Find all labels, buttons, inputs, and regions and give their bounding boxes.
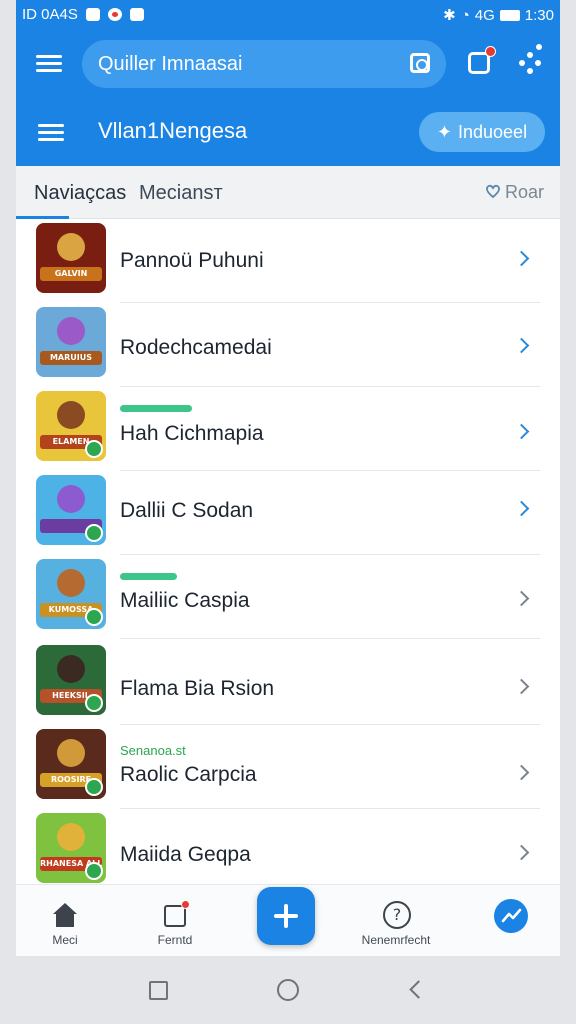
notification-badge [485, 46, 496, 57]
list-item-label: Hah Cichmapia [120, 422, 264, 445]
add-button[interactable] [257, 887, 315, 945]
status-bar: ID 0A4S ✱ ◔ 4G 1:30 [16, 0, 560, 30]
nav-stats[interactable] [486, 885, 536, 956]
recents-button[interactable] [149, 981, 168, 1000]
download-badge-icon [85, 778, 103, 796]
list-item-label: Flama Bia Rsion [120, 677, 275, 700]
list-item-label: Pannoü Puhuni [120, 249, 264, 272]
chevron-right-icon[interactable] [513, 337, 530, 354]
download-badge-icon [85, 440, 103, 458]
nav-calendar-label: Ferntd [157, 933, 193, 947]
game-thumbnail: HEEKSIL [36, 645, 106, 715]
plus-icon-vertical [284, 904, 288, 928]
list-item-label: Raolic Carpcia [120, 763, 257, 786]
list-item-label: Rodechcamedai [120, 336, 272, 359]
row-divider [120, 638, 540, 639]
top-app-bar [16, 30, 560, 100]
nav-help[interactable]: ? Nenemrfecht [356, 885, 436, 956]
chevron-right-icon[interactable] [513, 844, 530, 861]
induoeel-button[interactable]: ✦ Induoeel [419, 112, 545, 152]
home-icon [52, 903, 78, 927]
nav-help-label: Nenemrfecht [361, 933, 431, 947]
bluetooth-icon: ✱ [443, 7, 456, 24]
heart-icon[interactable] [485, 183, 501, 199]
search-bar[interactable] [82, 40, 446, 88]
list-item[interactable]: GALVIN Pannoü Puhuni [16, 219, 560, 303]
list-item-subtitle: Senanoa.st [120, 743, 186, 758]
status-carrier: ID 0A4S [22, 6, 78, 23]
induoeel-label: Induoeel [458, 121, 528, 142]
tab-meciansт[interactable]: Meciansт [139, 182, 223, 205]
inbox-icon[interactable] [468, 46, 496, 74]
download-badge-icon [85, 524, 103, 542]
download-badge-icon [85, 694, 103, 712]
page-title: Vllan1Nengesa [98, 118, 248, 143]
section-menu-icon[interactable] [38, 124, 64, 142]
game-thumbnail [36, 475, 106, 545]
status-right: ✱ ◔ 4G 1:30 [443, 6, 554, 25]
list-item-label: Maiida Geqpa [120, 843, 251, 866]
list-item[interactable]: HEEKSIL Flama Bia Rsion [16, 641, 560, 725]
progress-bar [120, 573, 177, 580]
nav-home-label: Meci [52, 933, 78, 947]
game-thumbnail: ELAMEN [36, 391, 106, 461]
nav-home[interactable]: Meci [40, 885, 90, 956]
chevron-right-icon[interactable] [513, 423, 530, 440]
help-icon: ? [383, 901, 411, 929]
game-thumbnail: KUMOSSA [36, 559, 106, 629]
status-time: 1:30 [524, 6, 554, 24]
apps-badge [536, 44, 542, 50]
list-item[interactable]: MARUIUS Rodechcamedai [16, 303, 560, 387]
list-item[interactable]: KUMOSSA Mailiic Caspia [16, 555, 560, 639]
chevron-right-icon[interactable] [513, 590, 530, 607]
list-item[interactable]: Dallii C Sodan [16, 471, 560, 555]
list-item-label: Mailiic Caspia [120, 589, 250, 612]
thumbnail-logo-text: GALVIN [40, 267, 102, 281]
tab-naviacas[interactable]: Naviaçcas [34, 182, 126, 205]
bottom-navigation: Meci Ferntd ? Nenemrfecht [16, 884, 560, 956]
camera-icon[interactable] [410, 53, 430, 73]
calendar-icon [164, 900, 190, 927]
chevron-right-icon[interactable] [513, 250, 530, 267]
download-badge-icon [85, 608, 103, 626]
status-left: ID 0A4S [22, 6, 144, 23]
chevron-right-icon[interactable] [513, 500, 530, 517]
game-thumbnail: ROOSIRE [36, 729, 106, 799]
calendar-badge [181, 900, 190, 909]
apps-icon[interactable] [519, 44, 542, 74]
game-thumbnail: MARUIUS [36, 307, 106, 377]
home-button[interactable] [277, 979, 299, 1001]
list-item[interactable]: RHANESA ALLANST Maiida Geqpa [16, 809, 560, 893]
list-item-label: Dallii C Sodan [120, 499, 254, 522]
back-button[interactable] [409, 980, 428, 999]
battery-icon [499, 9, 520, 21]
trend-icon [494, 899, 528, 933]
download-badge-icon [85, 862, 103, 880]
signal-text: 4G [474, 6, 495, 24]
system-navigation [0, 956, 576, 1024]
menu-icon[interactable] [36, 55, 62, 73]
nav-calendar[interactable]: Ferntd [150, 885, 200, 956]
section-header: Vllan1Nengesa ✦ Induoeel [16, 100, 560, 166]
phone-screen: ID 0A4S ✱ ◔ 4G 1:30 Vllan1Nengesa [16, 0, 560, 956]
progress-bar [120, 405, 192, 412]
sparkle-icon: ✦ [436, 121, 452, 142]
chevron-right-icon[interactable] [513, 678, 530, 695]
favorites-label[interactable]: Roar [505, 182, 544, 203]
chevron-right-icon[interactable] [513, 764, 530, 781]
game-thumbnail: RHANESA ALLANST [36, 813, 106, 883]
shield-icon [129, 8, 144, 21]
tab-bar: Naviaçcas Meciansт Roar [16, 166, 560, 219]
game-thumbnail: GALVIN [36, 223, 106, 293]
wifi-icon: ◔ [460, 6, 470, 24]
search-input[interactable] [98, 40, 398, 88]
thumbnail-logo-text: MARUIUS [40, 351, 102, 365]
record-icon [107, 8, 122, 21]
list-item[interactable]: ELAMEN Hah Cichmapia [16, 387, 560, 471]
notification-icon [85, 8, 100, 21]
list-item[interactable]: ROOSIRE Senanoa.st Raolic Carpcia [16, 725, 560, 809]
